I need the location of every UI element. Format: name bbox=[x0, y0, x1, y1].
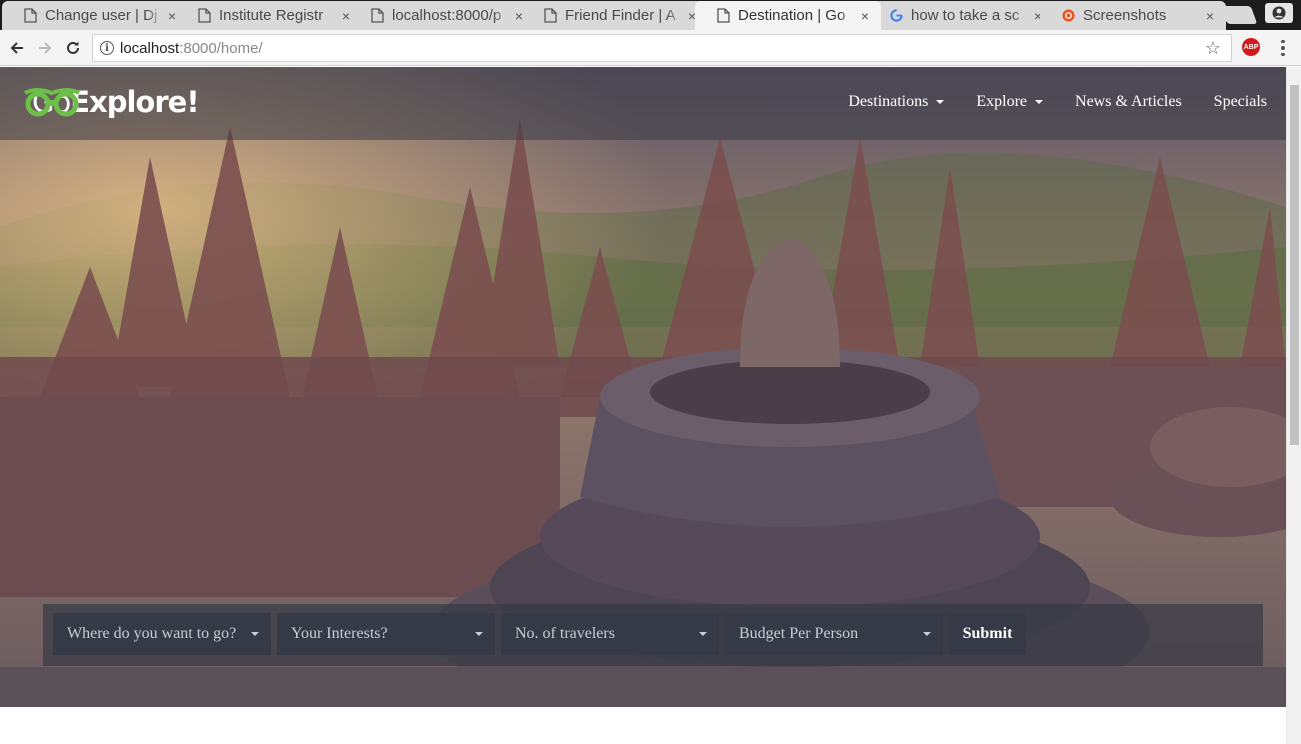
tab-title: Institute Registr bbox=[219, 7, 324, 24]
tab-title: localhost:8000/p bbox=[392, 7, 502, 24]
url-path: :8000/home/ bbox=[179, 39, 263, 57]
tab-title: Friend Finder | A bbox=[565, 7, 676, 24]
browser-menu-icon[interactable] bbox=[1277, 38, 1289, 58]
submit-button[interactable]: Submit bbox=[949, 613, 1026, 655]
nav-destinations-label: Destinations bbox=[848, 93, 929, 110]
browser-tab-strip: Change user | Dj × Institute Registr × l… bbox=[0, 0, 1301, 30]
destination-select-value: Where do you want to go? bbox=[67, 625, 237, 642]
info-icon[interactable]: i bbox=[100, 41, 114, 55]
budget-select-value: Budget Per Person bbox=[739, 625, 859, 642]
page-icon bbox=[371, 8, 384, 23]
browser-toolbar: i localhost:8000/home/ ☆ bbox=[0, 30, 1301, 66]
page-scrollbar[interactable] bbox=[1286, 67, 1301, 744]
site-header: GoExplore! Destinations Explore News & A… bbox=[0, 67, 1286, 140]
browser-tab[interactable]: how to take a sc × bbox=[868, 1, 1054, 30]
main-nav: Destinations Explore News & Articles Spe… bbox=[816, 93, 1267, 111]
page-icon bbox=[24, 8, 37, 23]
nav-explore-label: Explore bbox=[976, 93, 1028, 110]
caret-down-icon bbox=[251, 632, 259, 636]
profile-icon[interactable] bbox=[1265, 3, 1293, 23]
google-icon bbox=[890, 9, 903, 22]
close-icon[interactable]: × bbox=[1202, 8, 1218, 24]
tab-title: Destination | Go bbox=[738, 7, 846, 24]
nav-explore[interactable]: Explore bbox=[976, 93, 1044, 111]
nav-specials[interactable]: Specials bbox=[1214, 93, 1267, 111]
travelers-select[interactable]: No. of travelers bbox=[501, 613, 719, 655]
trip-search-form: Where do you want to go? Your Interests?… bbox=[43, 604, 1263, 666]
reload-icon[interactable] bbox=[62, 37, 84, 59]
caret-down-icon bbox=[1035, 100, 1044, 104]
destination-select[interactable]: Where do you want to go? bbox=[53, 613, 271, 655]
ubuntu-icon bbox=[1062, 9, 1075, 22]
hero-banner: GoExplore! Destinations Explore News & A… bbox=[0, 67, 1286, 707]
nav-destinations[interactable]: Destinations bbox=[848, 93, 945, 111]
scrollbar-thumb[interactable] bbox=[1290, 85, 1299, 445]
bookmark-star-icon[interactable]: ☆ bbox=[1205, 38, 1221, 59]
browser-tab[interactable]: Screenshots × bbox=[1040, 1, 1226, 30]
url-host: localhost bbox=[120, 39, 180, 57]
new-tab-button[interactable] bbox=[1220, 6, 1258, 24]
budget-select[interactable]: Budget Per Person bbox=[725, 613, 943, 655]
back-icon[interactable] bbox=[6, 37, 28, 59]
adblock-plus-icon[interactable]: ABP bbox=[1242, 38, 1260, 56]
browser-tab-active[interactable]: Destination | Go × bbox=[695, 1, 881, 30]
site-logo[interactable]: GoExplore! bbox=[22, 85, 200, 119]
page-icon bbox=[717, 8, 730, 23]
browser-tab[interactable]: Friend Finder | A × bbox=[522, 1, 708, 30]
browser-tab[interactable]: Institute Registr × bbox=[176, 1, 362, 30]
address-bar[interactable]: i localhost:8000/home/ ☆ bbox=[92, 34, 1232, 62]
close-icon[interactable]: × bbox=[857, 8, 873, 24]
caret-down-icon bbox=[475, 632, 483, 636]
tab-title: Change user | Dj bbox=[45, 7, 158, 24]
forward-icon[interactable] bbox=[34, 37, 56, 59]
browser-tab[interactable]: localhost:8000/p × bbox=[349, 1, 535, 30]
caret-down-icon bbox=[936, 100, 945, 104]
tab-title: Screenshots bbox=[1083, 7, 1167, 24]
tab-title: how to take a sc bbox=[911, 7, 1020, 24]
page-icon bbox=[198, 8, 211, 23]
interests-select-value: Your Interests? bbox=[291, 625, 388, 642]
caret-down-icon bbox=[923, 632, 931, 636]
browser-tab[interactable]: Change user | Dj × bbox=[2, 1, 188, 30]
caret-down-icon bbox=[699, 632, 707, 636]
page-viewport: GoExplore! Destinations Explore News & A… bbox=[0, 67, 1286, 744]
travelers-select-value: No. of travelers bbox=[515, 625, 615, 642]
binoculars-logo-icon bbox=[24, 88, 80, 117]
page-icon bbox=[544, 8, 557, 23]
interests-select[interactable]: Your Interests? bbox=[277, 613, 495, 655]
nav-news-articles[interactable]: News & Articles bbox=[1075, 93, 1182, 111]
